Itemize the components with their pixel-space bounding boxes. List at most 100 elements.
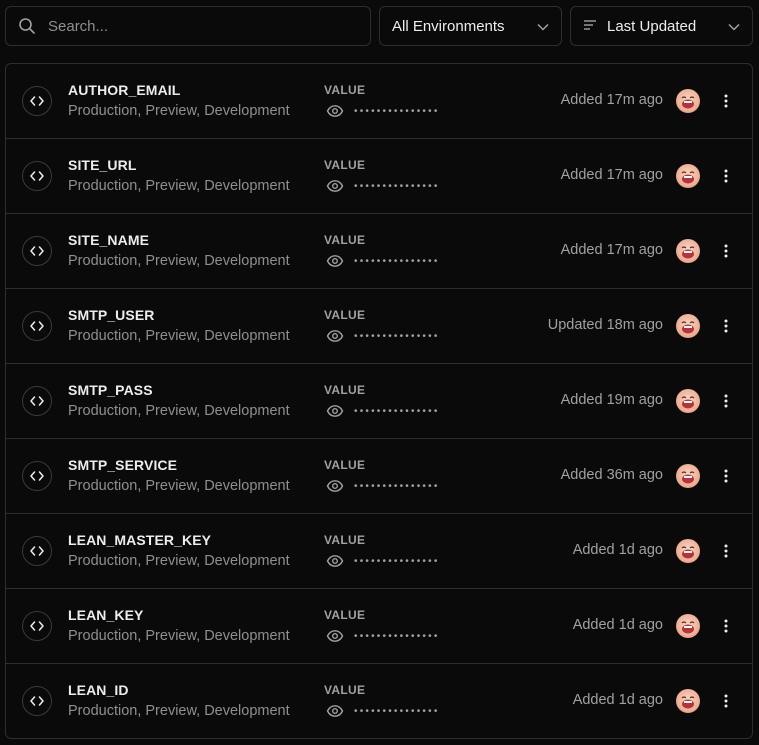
env-var-updated: Added 17m ago xyxy=(560,167,663,183)
avatar[interactable] xyxy=(676,89,700,113)
avatar[interactable] xyxy=(676,164,700,188)
avatar[interactable] xyxy=(676,689,700,713)
eye-icon[interactable] xyxy=(326,627,344,645)
more-vertical-icon[interactable] xyxy=(718,314,734,338)
env-var-environments: Production, Preview, Development xyxy=(68,253,290,269)
env-var-key-block: AUTHOR_EMAIL Production, Preview, Develo… xyxy=(68,82,290,119)
env-var-key-block: LEAN_MASTER_KEY Production, Preview, Dev… xyxy=(68,532,290,569)
masked-value: ••••••••••••••• xyxy=(354,255,440,267)
avatar[interactable] xyxy=(676,239,700,263)
avatar[interactable] xyxy=(676,539,700,563)
eye-icon[interactable] xyxy=(326,477,344,495)
eye-icon[interactable] xyxy=(326,327,344,345)
env-var-value-block: VALUE ••••••••••••••• xyxy=(324,308,440,345)
env-var-row-smtp-pass: SMTP_PASS Production, Preview, Developme… xyxy=(6,364,752,439)
masked-value: ••••••••••••••• xyxy=(354,105,440,117)
avatar[interactable] xyxy=(676,389,700,413)
value-label: VALUE xyxy=(324,158,366,172)
code-icon xyxy=(22,161,52,191)
code-icon xyxy=(22,461,52,491)
env-var-value-block: VALUE ••••••••••••••• xyxy=(324,233,440,270)
code-icon xyxy=(22,86,52,116)
env-var-environments: Production, Preview, Development xyxy=(68,328,290,344)
env-var-key[interactable]: SITE_URL xyxy=(68,157,290,173)
code-icon xyxy=(22,311,52,341)
chevron-down-icon xyxy=(537,18,549,35)
sort-lines-icon xyxy=(583,18,597,35)
env-var-environments: Production, Preview, Development xyxy=(68,178,290,194)
env-var-updated: Added 36m ago xyxy=(560,467,663,483)
chevron-down-icon xyxy=(728,18,740,35)
more-vertical-icon[interactable] xyxy=(718,539,734,563)
env-var-environments: Production, Preview, Development xyxy=(68,403,290,419)
value-label: VALUE xyxy=(324,233,366,247)
eye-icon[interactable] xyxy=(326,102,344,120)
sort-select[interactable]: Last Updated xyxy=(570,6,753,46)
env-var-key[interactable]: SMTP_SERVICE xyxy=(68,457,290,473)
more-vertical-icon[interactable] xyxy=(718,614,734,638)
value-label: VALUE xyxy=(324,683,366,697)
eye-icon[interactable] xyxy=(326,177,344,195)
env-var-environments: Production, Preview, Development xyxy=(68,103,290,119)
env-var-value-block: VALUE ••••••••••••••• xyxy=(324,383,440,420)
eye-icon[interactable] xyxy=(326,402,344,420)
env-var-updated: Added 19m ago xyxy=(560,392,663,408)
env-var-key-block: SMTP_SERVICE Production, Preview, Develo… xyxy=(68,457,290,494)
eye-icon[interactable] xyxy=(326,252,344,270)
avatar[interactable] xyxy=(676,464,700,488)
env-var-key-block: SITE_URL Production, Preview, Developmen… xyxy=(68,157,290,194)
value-label: VALUE xyxy=(324,308,366,322)
env-var-key[interactable]: SITE_NAME xyxy=(68,232,290,248)
env-var-key[interactable]: LEAN_KEY xyxy=(68,607,290,623)
env-var-row-site-url: SITE_URL Production, Preview, Developmen… xyxy=(6,139,752,214)
avatar[interactable] xyxy=(676,614,700,638)
env-var-updated: Updated 18m ago xyxy=(547,317,663,333)
search-input[interactable] xyxy=(48,17,358,35)
env-var-environments: Production, Preview, Development xyxy=(68,628,290,644)
value-label: VALUE xyxy=(324,458,366,472)
environment-select[interactable]: All Environments xyxy=(379,6,562,46)
env-var-row-smtp-service: SMTP_SERVICE Production, Preview, Develo… xyxy=(6,439,752,514)
masked-value: ••••••••••••••• xyxy=(354,405,440,417)
masked-value: ••••••••••••••• xyxy=(354,180,440,192)
value-label: VALUE xyxy=(324,383,366,397)
search-box[interactable] xyxy=(5,6,371,46)
env-var-row-smtp-user: SMTP_USER Production, Preview, Developme… xyxy=(6,289,752,364)
more-vertical-icon[interactable] xyxy=(718,689,734,713)
env-var-updated: Added 1d ago xyxy=(572,617,663,633)
eye-icon[interactable] xyxy=(326,552,344,570)
env-var-row-site-name: SITE_NAME Production, Preview, Developme… xyxy=(6,214,752,289)
more-vertical-icon[interactable] xyxy=(718,89,734,113)
env-var-key[interactable]: LEAN_MASTER_KEY xyxy=(68,532,290,548)
code-icon xyxy=(22,686,52,716)
env-var-key-block: SMTP_PASS Production, Preview, Developme… xyxy=(68,382,290,419)
env-var-updated: Added 1d ago xyxy=(572,692,663,708)
env-var-value-block: VALUE ••••••••••••••• xyxy=(324,158,440,195)
env-var-key[interactable]: AUTHOR_EMAIL xyxy=(68,82,290,98)
env-var-key[interactable]: SMTP_USER xyxy=(68,307,290,323)
more-vertical-icon[interactable] xyxy=(718,464,734,488)
env-var-value-block: VALUE ••••••••••••••• xyxy=(324,533,440,570)
env-var-key-block: LEAN_ID Production, Preview, Development xyxy=(68,682,290,719)
environment-select-value: All Environments xyxy=(392,17,505,35)
value-label: VALUE xyxy=(324,533,366,547)
value-label: VALUE xyxy=(324,83,366,97)
more-vertical-icon[interactable] xyxy=(718,164,734,188)
masked-value: ••••••••••••••• xyxy=(354,630,440,642)
env-var-row-lean-id: LEAN_ID Production, Preview, Development… xyxy=(6,664,752,738)
env-var-value-block: VALUE ••••••••••••••• xyxy=(324,608,440,645)
more-vertical-icon[interactable] xyxy=(718,389,734,413)
env-var-key[interactable]: LEAN_ID xyxy=(68,682,290,698)
env-var-list: AUTHOR_EMAIL Production, Preview, Develo… xyxy=(5,63,753,739)
avatar[interactable] xyxy=(676,314,700,338)
env-var-key[interactable]: SMTP_PASS xyxy=(68,382,290,398)
env-var-key-block: LEAN_KEY Production, Preview, Developmen… xyxy=(68,607,290,644)
masked-value: ••••••••••••••• xyxy=(354,330,440,342)
env-var-row-author-email: AUTHOR_EMAIL Production, Preview, Develo… xyxy=(6,64,752,139)
code-icon xyxy=(22,386,52,416)
code-icon xyxy=(22,611,52,641)
eye-icon[interactable] xyxy=(326,702,344,720)
more-vertical-icon[interactable] xyxy=(718,239,734,263)
masked-value: ••••••••••••••• xyxy=(354,480,440,492)
env-var-key-block: SMTP_USER Production, Preview, Developme… xyxy=(68,307,290,344)
